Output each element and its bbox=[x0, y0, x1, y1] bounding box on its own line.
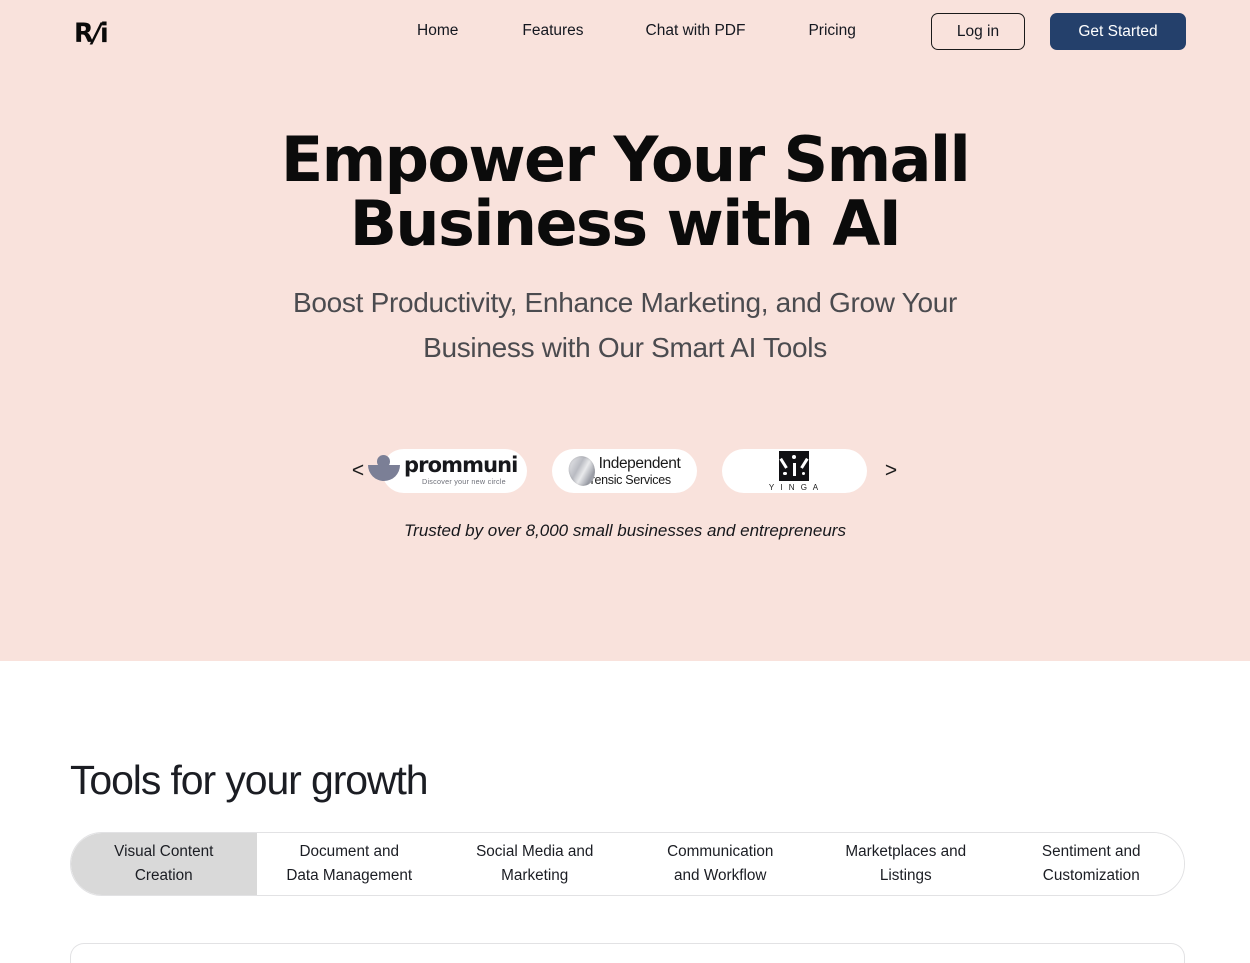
hero-headline: Empower Your Small Business with AI bbox=[0, 128, 1250, 256]
hero-headline-line-2: Business with AI bbox=[349, 187, 902, 260]
prommuni-logo-icon bbox=[367, 453, 401, 487]
yinga-lockup: Y I N G A bbox=[768, 450, 821, 492]
client-logo-prommuni[interactable]: prommuni Discover your new circle bbox=[368, 449, 527, 493]
tab-communication-and-workflow[interactable]: Communication and Workflow bbox=[627, 833, 813, 895]
ifs-lockup: Independent Forensic Services bbox=[564, 452, 681, 490]
carousel-next-arrow-icon[interactable]: > bbox=[878, 449, 904, 493]
brand-logo[interactable]: R/i bbox=[74, 18, 109, 49]
tab-label-line-1: Sentiment and bbox=[1041, 843, 1141, 860]
hero-subheadline: Boost Productivity, Enhance Marketing, a… bbox=[0, 280, 1250, 370]
hero-subheadline-line-1: Boost Productivity, Enhance Marketing, a… bbox=[292, 287, 958, 318]
nav-links: Home Features Chat with PDF Pricing bbox=[417, 21, 856, 41]
tab-label-line-1: Communication bbox=[667, 843, 774, 860]
tab-label-line-1: Document and bbox=[299, 843, 399, 860]
tab-label-line-2: Listings bbox=[879, 867, 932, 884]
hero-section: R/i Home Features Chat with PDF Pricing … bbox=[0, 0, 1250, 661]
prommuni-tagline: Discover your new circle bbox=[422, 476, 506, 486]
client-logo-independent-forensic-services[interactable]: Independent Forensic Services bbox=[552, 449, 697, 493]
tab-label-line-1: Social Media and bbox=[476, 843, 594, 860]
nav-item-chat-with-pdf[interactable]: Chat with PDF bbox=[646, 21, 746, 41]
prommuni-text: prommuni Discover your new circle bbox=[404, 452, 518, 486]
nav-item-home[interactable]: Home bbox=[417, 21, 458, 41]
tab-social-media-and-marketing[interactable]: Social Media and Marketing bbox=[442, 833, 628, 895]
tab-label-line-1: Marketplaces and bbox=[845, 843, 967, 860]
nav-item-pricing[interactable]: Pricing bbox=[808, 21, 855, 41]
yinga-name: Y I N G A bbox=[768, 482, 821, 492]
tab-label-line-2: Marketing bbox=[501, 867, 569, 884]
yinga-logo-icon bbox=[779, 450, 810, 481]
tab-label-line-1: Visual Content bbox=[114, 843, 214, 860]
tab-marketplaces-and-listings[interactable]: Marketplaces and Listings bbox=[813, 833, 999, 895]
tab-label-line-2: Data Management bbox=[286, 867, 413, 884]
ifs-name-line-1: Independent bbox=[598, 455, 681, 472]
tools-tab-bar: Visual Content Creation Document and Dat… bbox=[70, 832, 1185, 896]
tab-label-line-2: Creation bbox=[134, 867, 193, 884]
tab-content-panel bbox=[70, 943, 1185, 963]
ifs-text: Independent Forensic Services bbox=[577, 455, 681, 486]
tools-section-title: Tools for your growth bbox=[70, 757, 429, 803]
tab-label-line-2: and Workflow bbox=[674, 867, 767, 884]
hero-subheadline-line-2: Business with Our Smart AI Tools bbox=[423, 332, 827, 363]
tab-sentiment-and-customization[interactable]: Sentiment and Customization bbox=[998, 833, 1184, 895]
navbar: R/i Home Features Chat with PDF Pricing … bbox=[0, 0, 1250, 62]
log-in-button[interactable]: Log in bbox=[931, 13, 1025, 50]
trusted-by-text: Trusted by over 8,000 small businesses a… bbox=[404, 521, 846, 540]
nav-item-features[interactable]: Features bbox=[522, 21, 583, 41]
prommuni-name: prommuni bbox=[404, 452, 518, 477]
client-logo-carousel: < prommuni Discover your new circle Inde… bbox=[345, 448, 905, 494]
tab-label-line-2: Customization bbox=[1042, 867, 1140, 884]
tab-visual-content-creation[interactable]: Visual Content Creation bbox=[71, 833, 257, 895]
get-started-button[interactable]: Get Started bbox=[1050, 13, 1186, 50]
prommuni-lockup: prommuni Discover your new circle bbox=[367, 452, 518, 487]
client-logo-yinga[interactable]: Y I N G A bbox=[722, 449, 867, 493]
carousel-track: prommuni Discover your new circle Indepe… bbox=[368, 449, 867, 493]
hero-headline-line-1: Empower Your Small bbox=[280, 123, 971, 196]
tools-section: Tools for your growth Visual Content Cre… bbox=[0, 661, 1250, 950]
tab-document-and-data-management[interactable]: Document and Data Management bbox=[256, 833, 442, 895]
